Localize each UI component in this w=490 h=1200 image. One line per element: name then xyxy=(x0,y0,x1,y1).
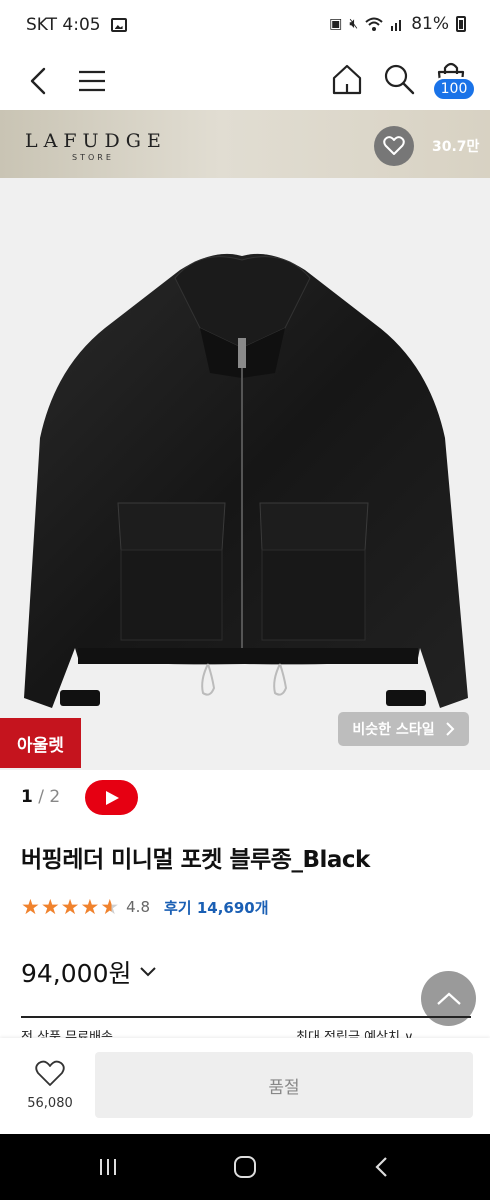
play-icon xyxy=(105,790,119,805)
carrier-time: SKT 4:05 xyxy=(26,15,101,35)
section-divider xyxy=(21,1016,471,1018)
outlet-badge: 아울렛 xyxy=(0,718,81,768)
star-half-icon: ★ xyxy=(100,895,120,919)
chevron-right-icon xyxy=(445,722,454,736)
rating-row[interactable]: ★ ★ ★ ★ ★ 4.8 후기 14,690개 xyxy=(21,896,269,918)
battery-percent: 81% xyxy=(411,14,449,34)
price-value: 94,000원 xyxy=(21,959,132,988)
price[interactable]: 94,000원 xyxy=(21,954,157,990)
max-points-text: 최대 적립금 예상치 ∨ xyxy=(296,1030,414,1038)
gallery-icon xyxy=(110,18,127,32)
star-icon: ★ xyxy=(21,895,40,919)
wish-count: 56,080 xyxy=(27,1096,73,1111)
system-nav-bar xyxy=(0,1134,490,1200)
image-pager: 1 / 2 xyxy=(21,787,60,807)
system-back-icon[interactable] xyxy=(374,1156,390,1178)
battery-icon xyxy=(456,16,466,32)
signal-icon xyxy=(391,20,402,31)
star-icon: ★ xyxy=(40,895,60,919)
similar-style-button[interactable]: 비슷한 스타일 xyxy=(338,712,469,746)
star-icon: ★ xyxy=(80,895,100,919)
brand-banner[interactable]: LAFUDGE STORE 30.7만 xyxy=(0,110,490,178)
battery-saver-icon: ▣ xyxy=(329,16,343,32)
heart-icon xyxy=(35,1060,65,1086)
home-icon[interactable] xyxy=(330,62,364,96)
product-title: 버핑레더 미니멀 포켓 블루종_Black xyxy=(21,847,370,873)
brand-sub: STORE xyxy=(72,153,114,162)
brand-like-button[interactable] xyxy=(374,126,414,166)
wifi-icon xyxy=(365,17,383,31)
back-arrow-icon[interactable] xyxy=(24,66,54,96)
wish-button[interactable]: 56,080 xyxy=(22,1060,78,1111)
brand-name: LAFUDGE xyxy=(25,130,167,152)
jacket-image xyxy=(24,253,468,708)
pager-current: 1 xyxy=(21,787,33,807)
cart-count-badge: 100 xyxy=(432,77,476,101)
pager-total: 2 xyxy=(49,787,61,807)
system-home-icon[interactable] xyxy=(234,1156,256,1178)
status-bar: SKT 4:05 ▣ 🔇︎ 81% xyxy=(0,0,490,54)
similar-style-label: 비슷한 스타일 xyxy=(352,722,435,738)
rating-stars: ★ ★ ★ ★ ★ xyxy=(21,896,119,918)
recent-apps-icon[interactable] xyxy=(98,1158,118,1176)
pager-separator: / xyxy=(38,787,44,807)
review-count-link[interactable]: 후기 14,690개 xyxy=(164,897,269,918)
chevron-down-icon xyxy=(140,967,157,977)
app-nav xyxy=(0,54,490,110)
star-icon: ★ xyxy=(60,895,80,919)
menu-icon[interactable] xyxy=(76,66,108,96)
status-right: ▣ 🔇︎ 81% xyxy=(329,14,466,34)
mute-icon: 🔇︎ xyxy=(349,16,359,32)
chevron-up-icon xyxy=(436,992,461,1005)
heart-icon xyxy=(383,136,405,155)
status-left: SKT 4:05 xyxy=(26,15,127,35)
video-button[interactable] xyxy=(85,780,138,815)
product-image[interactable] xyxy=(0,178,490,770)
search-icon[interactable] xyxy=(382,62,416,96)
soldout-button[interactable]: 품절 xyxy=(95,1052,473,1118)
bottom-action-bar: 56,080 품절 xyxy=(0,1038,490,1134)
free-shipping-text: 전 상품 무료배송 xyxy=(21,1030,113,1038)
brand-like-count: 30.7만 xyxy=(432,139,480,155)
rating-value: 4.8 xyxy=(126,898,150,916)
